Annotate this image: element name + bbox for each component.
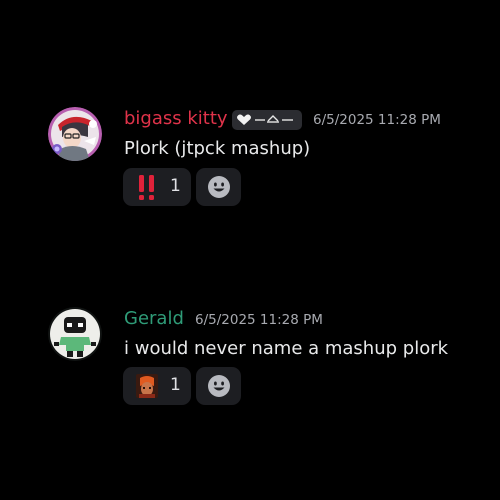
username[interactable]: Gerald (124, 308, 184, 329)
smiley-icon (208, 375, 230, 397)
timestamp: 6/5/2025 11:28 PM (313, 112, 441, 128)
kitty-avatar-icon (48, 107, 102, 161)
reaction-button[interactable]: 1 (123, 168, 191, 206)
reaction-count: 1 (170, 375, 181, 395)
custom-face-emoji-icon (136, 374, 158, 398)
chat-view: bigass kitty 6/5/2025 11:28 PM Plork (jt… (0, 0, 500, 500)
message-content: i would never name a mashup plork (124, 338, 449, 359)
message-content: Plork (jtpck mashup) (124, 138, 311, 159)
avatar[interactable] (48, 307, 102, 361)
double-exclamation-icon (139, 175, 154, 200)
gerald-avatar-icon (48, 307, 102, 361)
username[interactable]: bigass kitty (124, 108, 228, 129)
heart-tag-icon (237, 114, 293, 125)
add-reaction-button[interactable] (196, 168, 241, 206)
avatar[interactable] (48, 107, 102, 161)
smiley-icon (208, 176, 230, 198)
reaction-button[interactable]: 1 (123, 367, 191, 405)
add-reaction-button[interactable] (196, 367, 241, 405)
timestamp: 6/5/2025 11:28 PM (195, 312, 323, 328)
reaction-count: 1 (170, 176, 181, 196)
server-tag-badge[interactable] (232, 110, 302, 130)
